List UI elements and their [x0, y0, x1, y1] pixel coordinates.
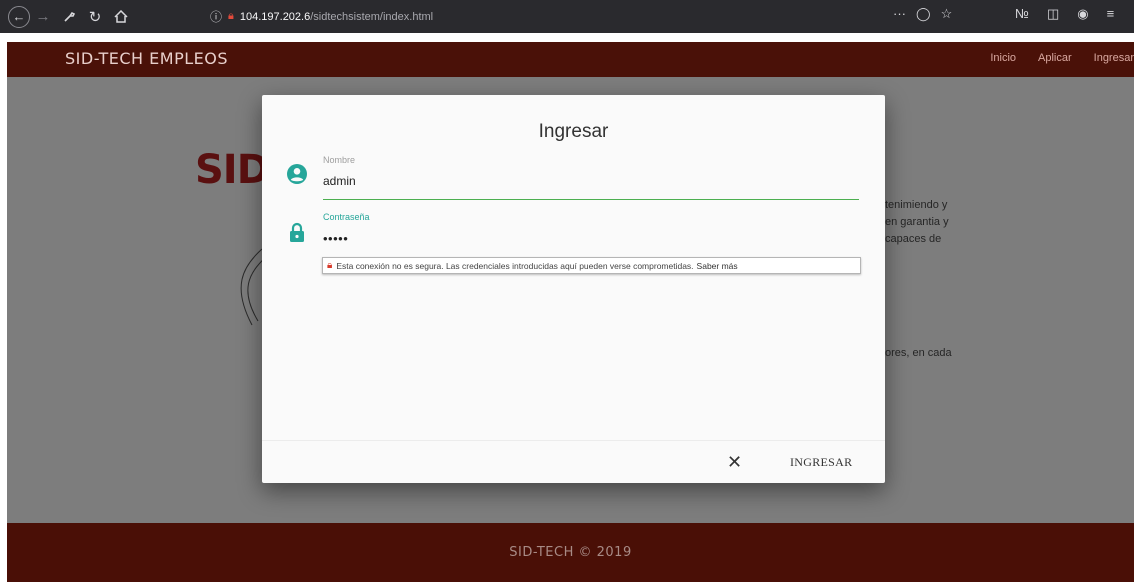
insecure-lock-icon: 🔒︎: [327, 260, 333, 271]
screen: ← → ↻ ⓘ 🔒︎ 104.197.202.6/sidtechsistem/i…: [0, 0, 1134, 582]
username-label: Nombre: [323, 155, 356, 165]
background-paragraph-1: tenimiendo y en garantia y capaces de: [885, 199, 949, 245]
url-bar[interactable]: ⓘ 🔒︎ 104.197.202.6/sidtechsistem/index.h…: [200, 6, 960, 27]
site-info-icon[interactable]: ⓘ: [210, 8, 222, 25]
home-icon[interactable]: [108, 4, 134, 30]
username-underline: [323, 199, 859, 200]
nav-link-inicio[interactable]: Inicio: [990, 52, 1016, 64]
account-circle-icon: [287, 164, 307, 184]
learn-more-link[interactable]: Saber más: [697, 261, 738, 271]
lock-icon: [290, 222, 304, 242]
modal-title: Ingresar: [538, 121, 609, 142]
url-host: 104.197.202.6: [239, 10, 311, 23]
tools-icon[interactable]: [56, 4, 82, 30]
footer-copyright: SID-TECH © 2019: [509, 545, 632, 560]
login-modal: Ingresar Nombre admin Contraseña ••••• 🔒…: [262, 95, 885, 483]
username-input[interactable]: admin: [323, 174, 356, 188]
site-footer: SID-TECH © 2019: [7, 523, 1134, 582]
submit-button[interactable]: INGRESAR: [790, 455, 852, 470]
insecure-connection-icon[interactable]: 🔒︎: [228, 10, 234, 23]
browser-tools: № ◫ ◉ ≡: [1015, 6, 1114, 22]
back-icon[interactable]: ←: [8, 5, 30, 28]
account-icon[interactable]: ◉: [1077, 6, 1088, 22]
nav-link-ingresar[interactable]: Ingresar: [1094, 52, 1134, 64]
forward-icon[interactable]: →: [30, 4, 56, 30]
password-label: Contraseña: [323, 212, 370, 222]
reload-icon[interactable]: ↻: [82, 4, 108, 30]
url-actions: ··· ◯ ☆: [893, 6, 952, 22]
pocket-icon[interactable]: ◯: [916, 6, 931, 22]
library-icon[interactable]: №: [1015, 6, 1029, 22]
close-icon[interactable]: ✕: [727, 452, 742, 473]
modal-footer-divider: [262, 440, 885, 441]
password-input[interactable]: •••••: [323, 231, 348, 246]
sidebar-icon[interactable]: ◫: [1047, 6, 1059, 22]
page-actions-icon[interactable]: ···: [893, 6, 906, 22]
menu-icon[interactable]: ≡: [1107, 6, 1115, 22]
url-path: /sidtechsistem/index.html: [310, 10, 434, 23]
nav-link-aplicar[interactable]: Aplicar: [1038, 52, 1072, 64]
background-paragraph-2: ores, en cada: [885, 347, 952, 359]
site-navbar: SID-TECH EMPLEOS Inicio Aplicar Ingresar: [7, 42, 1134, 77]
warning-text: Esta conexión no es segura. Las credenci…: [336, 260, 694, 271]
nav-links: Inicio Aplicar Ingresar: [968, 52, 1134, 64]
insecure-login-warning[interactable]: 🔒︎ Esta conexión no es segura. Las crede…: [322, 257, 861, 274]
bookmark-star-icon[interactable]: ☆: [941, 6, 953, 22]
site-brand[interactable]: SID-TECH EMPLEOS: [65, 49, 228, 68]
browser-toolbar: ← → ↻ ⓘ 🔒︎ 104.197.202.6/sidtechsistem/i…: [0, 0, 1134, 33]
